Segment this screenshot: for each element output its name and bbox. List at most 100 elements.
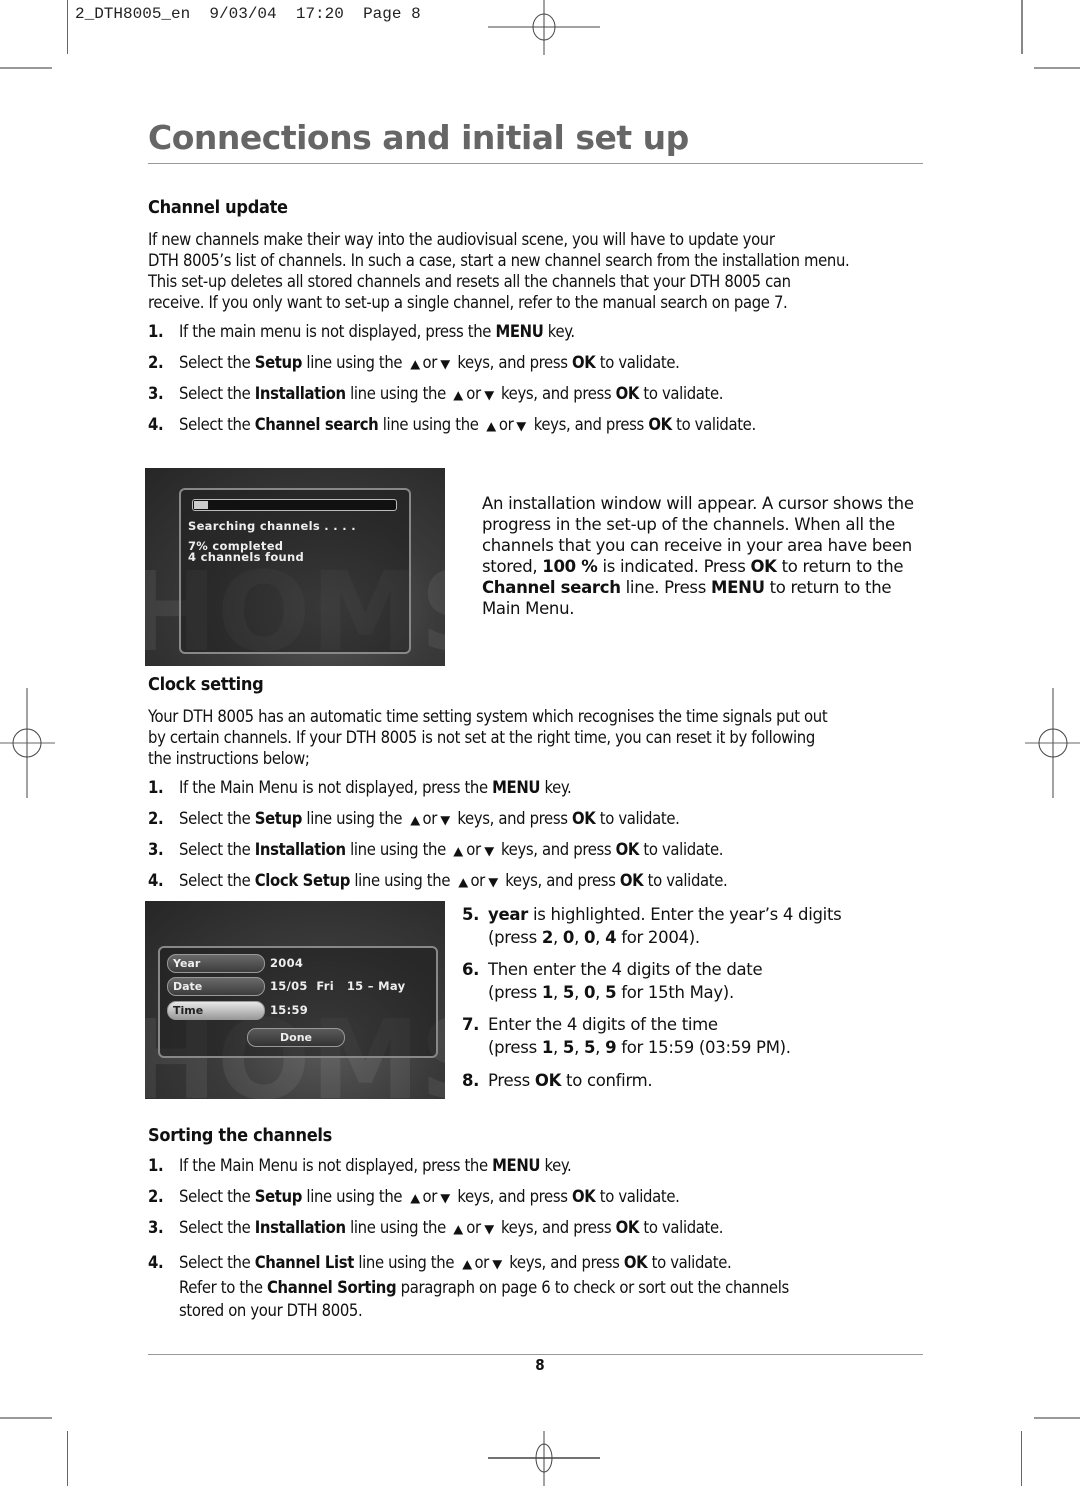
sorting-step-1: 1. If the Main Menu is not displayed, pre… [148,1156,572,1175]
slug-page: Page 8 [363,5,421,23]
intro-line: receive. If you only want to set-up a si… [148,293,788,312]
step-text: Select the [179,384,255,403]
digit-key: 5 [562,983,575,1002]
step-text: or [498,415,514,434]
clock-step-2: 2. Select the Setup line using the ▲ or ▼ k… [148,809,680,828]
intro-line: the instructions below; [148,749,310,768]
step-text: for 15:59 (03:59 PM). [616,1038,791,1057]
registration-mark-left [0,688,55,798]
step-text: or [466,840,481,859]
menu-line-label: Setup [254,809,303,828]
year-field-value: 2004 [270,956,304,970]
intro-line: Your DTH 8005 has an automatic time sett… [148,707,828,726]
digit-key: 9 [605,1038,617,1057]
clock-step-5: 5. year is highlighted. Enter the year’s … [462,903,842,926]
key-label: OK [615,384,640,403]
step-text: to validate. [639,1218,724,1237]
step-text: for 2004). [616,928,700,947]
key-label: MENU [492,1156,541,1175]
step-text: line using the [302,1187,407,1206]
step-text: Refer to the [179,1278,268,1297]
step-text: key. [540,1156,572,1175]
step-text: If the Main Menu is not displayed, press… [179,778,493,797]
key-label: OK [615,1218,640,1237]
step-text: or [466,384,481,403]
desc-bold: 100 % [542,557,598,576]
step-text: keys, and press [500,871,620,890]
menu-line-label: Installation [254,384,346,403]
time-field-label: Time [167,1001,265,1020]
step-text: keys, and press [504,1253,624,1272]
menu-line-label: Channel List [254,1253,355,1272]
digit-key: 1 [541,1038,554,1057]
step-text: line using the [349,871,455,890]
step-number: 3. [148,840,164,859]
registration-mark-top [488,0,600,55]
channel-update-step-2: 2. Select the Setup line using the ▲ or ▼ k… [148,353,680,372]
step-text: Select the [179,1187,255,1206]
digit-key: 5 [605,983,617,1002]
step-text: keys, and press [496,384,616,403]
step-text: to validate. [671,415,756,434]
step-text: keys, and press [496,840,616,859]
date-field-value: 15/05 Fri 15 – May [270,979,406,993]
time-field-value: 15:59 [270,1003,309,1017]
desc-text: to return to the [776,557,904,576]
crop-mark [0,1417,52,1419]
channel-update-step-3: 3. Select the Installation line using the… [148,384,724,403]
step-text: to validate. [595,353,680,372]
channel-search-description: An installation window will appear. A cu… [482,493,922,619]
digit-key: 0 [583,928,596,947]
clock-step-6: 6. Then enter the 4 digits of the date [462,958,841,981]
step-text: or [474,1253,489,1272]
step-text: or [422,1187,438,1206]
crop-mark [67,1431,68,1486]
print-slug: 2_DTH8005_en 9/03/04 17:20 Page 8 [75,5,421,23]
step-number: 4. [148,871,164,890]
step-number: 4. [148,1253,164,1272]
step-number: 1. [148,1156,164,1175]
step-text: line using the [353,1253,459,1272]
osd-window [179,488,411,654]
step-number: 8. [462,1071,480,1090]
clock-setting-intro: Your DTH 8005 has an automatic time sett… [148,706,928,769]
up-arrow-icon: ▲ [409,1191,420,1205]
step-text: line using the [345,384,451,403]
key-label: OK [623,1253,648,1272]
digit-key: 2 [541,928,554,947]
intro-line: DTH 8005’s list of channels. In such a c… [148,251,850,270]
step-text: (press [488,928,542,947]
page-number: 8 [535,1356,545,1374]
step-text: line using the [378,415,483,434]
step-text: to validate. [595,1187,680,1206]
digit-key: 5 [583,1038,596,1057]
menu-line-label: Clock Setup [254,871,351,890]
crop-mark [1034,1417,1080,1419]
clock-step-4: 4. Select the Clock Setup line using the … [148,871,728,890]
step-number: 2. [148,809,164,828]
step-text: Enter the 4 digits of the time [488,1015,718,1034]
step-text: or [422,809,438,828]
step-number: 6. [462,960,480,979]
crop-mark [0,67,52,69]
digit-key: 0 [583,983,596,1002]
clock-step-7-cont: (press 1, 5, 5, 9 for 15:59 (03:59 PM). [488,1038,791,1057]
digit-key: 0 [562,928,575,947]
year-field-label: Year [167,954,265,973]
menu-line-label: Channel search [254,415,379,434]
step-text: line using the [302,353,407,372]
step-text: Press [488,1071,535,1090]
step-text: paragraph on page 6 to check or sort out… [396,1278,790,1297]
channels-found-label: 4 channels found [188,550,305,564]
step-text: line using the [345,1218,451,1237]
step-text: keys, and press [452,1187,572,1206]
step-text: line using the [345,840,451,859]
step-text: keys, and press [452,809,572,828]
up-arrow-icon: ▲ [409,357,420,371]
slug-time: 17:20 [295,5,344,23]
step-text: Select the [179,809,255,828]
page-title: Connections and initial set up [148,118,689,157]
channel-search-screenshot: HOMSO Searching channels . . . . 7% comp… [145,468,445,666]
key-label: OK [571,353,596,372]
key-label: OK [619,871,644,890]
